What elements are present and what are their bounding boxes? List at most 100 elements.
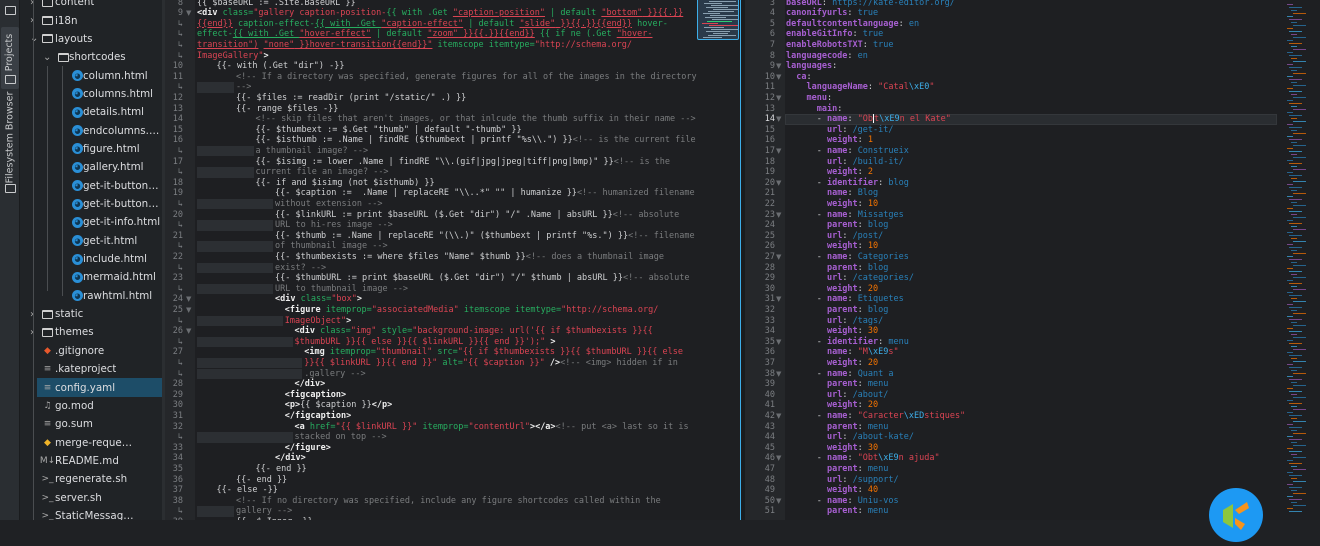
tree-item[interactable]: ⌄ layouts <box>20 30 162 48</box>
code-line: <div class="img" style="background-image… <box>295 326 653 337</box>
tree-item[interactable]: ◆ merge-requests-updat... <box>20 433 162 451</box>
tree-item[interactable]: ≡ .kateproject <box>20 360 162 378</box>
minimap-line <box>1291 418 1297 419</box>
minimap-line <box>1287 448 1293 449</box>
fold-marker-icon[interactable]: ▼ <box>186 294 191 305</box>
tree-item[interactable]: ◕ figure.html <box>20 140 162 158</box>
tree-item[interactable]: ◕ mermaid.html <box>20 268 162 286</box>
line-number: 42 <box>764 410 775 421</box>
fold-marker-icon[interactable]: ▼ <box>776 496 781 507</box>
code-token: <!-- <img> hidden if in <box>560 357 678 368</box>
fold-marker-icon[interactable]: ▼ <box>776 337 781 348</box>
tree-item-label: README.md <box>55 454 119 467</box>
fold-marker-icon[interactable]: ▼ <box>776 210 781 221</box>
tree-item[interactable]: ◕get-it-button-di... <box>20 177 162 195</box>
tree-item[interactable]: › i18n <box>20 11 162 29</box>
tree-item[interactable]: › content <box>20 0 162 11</box>
fold-marker-icon[interactable]: ▼ <box>776 453 781 464</box>
fold-marker-icon[interactable]: ▼ <box>776 61 781 72</box>
code-token: : <box>842 230 853 241</box>
line-number: 24 <box>764 220 775 231</box>
code-token: blog <box>867 262 889 273</box>
code-line: {{- if and $isimg (not $isthumb) }} <box>256 178 435 189</box>
chevron-down-icon[interactable]: ⌄ <box>30 33 38 44</box>
sidebar-tab-projects[interactable]: Projects <box>1 27 19 89</box>
code-token: /build-it/ <box>852 156 904 167</box>
tree-item[interactable]: ◕ rawhtml.html <box>20 287 162 305</box>
code-token: url <box>826 230 843 241</box>
tree-item[interactable]: ◕ column.html <box>20 66 162 84</box>
code-token: }}{{.}}{{end}} <box>555 18 633 29</box>
tree-guide-line <box>33 0 34 520</box>
minimap-line <box>706 7 728 8</box>
editor-gallery-html[interactable]: 8{{ $baseURL := .Site.BaseURL }} 9 ▼ <div c… <box>165 0 740 520</box>
tree-item[interactable]: ◕ include.html <box>20 250 162 268</box>
code-token: "caption-effect" <box>381 18 464 29</box>
code-token: : <box>862 39 874 50</box>
fold-marker-icon[interactable]: ▼ <box>776 72 781 83</box>
fold-marker-icon[interactable]: ▼ <box>186 8 191 19</box>
tree-item[interactable]: › static <box>20 305 162 323</box>
tree-item[interactable]: ♫ go.mod <box>20 397 162 415</box>
tree-item[interactable]: ◆ .gitignore <box>20 342 162 360</box>
tree-item[interactable]: >_ server.sh <box>20 488 162 506</box>
code-token: <div <box>275 294 301 305</box>
code-line: {{ $baseURL := .Site.BaseURL }} <box>197 0 356 8</box>
code-token: : <box>842 432 853 443</box>
tree-item[interactable]: ◕get-it-button.ht... <box>20 195 162 213</box>
minimap-line <box>1293 373 1306 374</box>
tree-item[interactable]: ◕ get-it-info.html <box>20 213 162 231</box>
code-token: parent <box>826 220 858 231</box>
minimap-line <box>1293 361 1306 362</box>
code-token: {{- $thumb := .Name | replaceRE "(\\.)" … <box>275 230 629 241</box>
code-token: main <box>816 103 838 114</box>
fold-marker-icon[interactable]: ▼ <box>186 305 191 316</box>
chevron-down-icon[interactable]: ⌄ <box>43 52 51 63</box>
fold-marker-icon[interactable]: ▼ <box>776 114 781 125</box>
tree-item[interactable]: >_StaticMessages.sh <box>20 507 162 520</box>
tree-item[interactable]: › themes <box>20 323 162 341</box>
code-token: {{- $isthumb := .Name | findRE ($thumbex… <box>255 135 573 146</box>
fold-marker-icon[interactable]: ▼ <box>776 178 781 189</box>
tree-item[interactable]: ◕endcolumns.html <box>20 121 162 139</box>
fold-marker-icon[interactable]: ▼ <box>776 369 781 380</box>
tree-item[interactable]: ◕ gallery.html <box>20 158 162 176</box>
project-file-tree[interactable]: › content › i18n ⌄ layouts ⌄ shortcodes ◕ column.… <box>20 0 162 520</box>
line-number: 17 <box>764 145 775 156</box>
fold-marker-icon[interactable]: ▼ <box>776 93 781 104</box>
tree-item[interactable]: ⌄ shortcodes <box>20 48 162 66</box>
code-token: name <box>826 145 848 156</box>
tree-item[interactable]: M↓ README.md <box>20 452 162 470</box>
code-line: ImageObject"> <box>285 316 352 327</box>
sidebar-tab-d[interactable]: D <box>1 0 19 20</box>
code-token: canonifyurls <box>786 8 848 19</box>
minimap-line <box>1287 292 1293 293</box>
minimap-scrollbar[interactable] <box>1283 0 1320 520</box>
fold-marker-icon[interactable]: ▼ <box>776 146 781 157</box>
fold-marker-icon[interactable]: ▼ <box>776 294 781 305</box>
fold-marker-icon[interactable]: ▼ <box>186 326 191 337</box>
fold-marker-icon[interactable]: ▼ <box>776 252 781 263</box>
line-number: 47 <box>764 463 775 474</box>
tree-item[interactable]: >_ regenerate.sh <box>20 470 162 488</box>
minimap-line <box>1293 109 1306 110</box>
tree-item-label: StaticMessages.sh <box>55 509 135 520</box>
sidebar-tab-filesystem-browser[interactable]: Filesystem Browser <box>1 88 19 198</box>
tree-item[interactable]: ◕ columns.html <box>20 85 162 103</box>
minimap-line <box>1291 490 1297 491</box>
tree-item[interactable]: ◕ details.html <box>20 103 162 121</box>
tree-item[interactable]: ◕ get-it.html <box>20 232 162 250</box>
tree-item[interactable]: ≡ config.yaml <box>37 378 162 397</box>
editor-config-yaml[interactable]: 3 baseURL: https://kate-editor.org/4 canon… <box>745 0 1283 520</box>
code-token: /get-it/ <box>852 124 894 135</box>
minimap-line <box>704 3 722 4</box>
code-token: name <box>826 294 848 305</box>
minimap-line <box>1291 250 1297 251</box>
code-token: enableGitInfo <box>786 29 853 40</box>
minimap-viewport[interactable] <box>697 0 739 40</box>
code-token: {{- range $files -}} <box>236 103 339 114</box>
tree-item[interactable]: ≡ go.sum <box>20 415 162 433</box>
fold-marker-icon[interactable]: ▼ <box>776 411 781 422</box>
